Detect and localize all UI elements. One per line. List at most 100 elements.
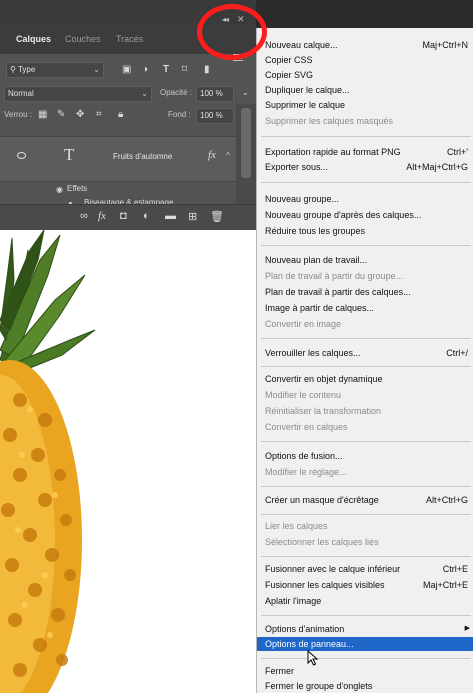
- visibility-eye-icon[interactable]: [17, 152, 26, 159]
- submenu-arrow-icon: ▶: [464, 625, 470, 632]
- chevron-down-icon: ⌄: [141, 89, 148, 98]
- menu-item-quick-export-png[interactable]: Exportation rapide au format PNG Ctrl+': [265, 145, 471, 159]
- menu-item-edit-contents[interactable]: Modifier le contenu: [265, 388, 471, 402]
- menu-separator: [261, 338, 471, 339]
- menu-item-export-as[interactable]: Exporter sous... Alt+Maj+Ctrl+G: [265, 160, 471, 174]
- add-style-fx-icon[interactable]: fx: [98, 210, 106, 222]
- new-group-folder-icon[interactable]: ▬: [165, 210, 176, 222]
- trash-icon[interactable]: 🗑︎: [210, 210, 224, 223]
- menu-item-close[interactable]: Fermer: [265, 664, 471, 678]
- menu-item-label: Modifier le contenu: [265, 390, 342, 400]
- layers-scrollbar[interactable]: [236, 104, 256, 204]
- fx-badge-icon[interactable]: fx: [208, 149, 216, 161]
- menu-item-edit-adjustment[interactable]: Modifier le réglage...: [265, 465, 471, 479]
- menu-item-convert-to-smart-object[interactable]: Convertir en objet dynamique: [265, 372, 471, 386]
- menu-item-label: Nouveau groupe...: [265, 194, 340, 204]
- add-mask-icon[interactable]: ◘: [120, 210, 127, 222]
- menu-separator: [261, 136, 471, 137]
- menu-item-delete-layer[interactable]: Supprimer le calque: [265, 98, 471, 112]
- menu-item-label: Dupliquer le calque...: [265, 85, 350, 95]
- menu-item-select-linked-layers[interactable]: Sélectionner les calques liés: [265, 535, 471, 549]
- menu-item-new-layer[interactable]: Nouveau calque... Maj+Ctrl+N: [265, 38, 471, 52]
- menu-item-label: Supprimer les calques masqués: [265, 116, 394, 126]
- effects-eye-icon[interactable]: ◉: [56, 185, 63, 194]
- menu-item-label: Fermer le groupe d'onglets: [265, 681, 373, 691]
- chevron-down-icon[interactable]: ⌄: [242, 85, 249, 101]
- menu-item-lock-layers[interactable]: Verrouiller les calques... Ctrl+/: [265, 346, 471, 360]
- adjustment-layer-icon[interactable]: ◐: [143, 210, 150, 222]
- filter-smart-object-icon[interactable]: ▮: [204, 62, 210, 78]
- menu-item-duplicate-layer[interactable]: Dupliquer le calque...: [265, 83, 471, 97]
- menu-item-shortcut: Alt+Maj+Ctrl+G: [406, 162, 468, 172]
- new-layer-icon[interactable]: ⊞: [188, 210, 197, 223]
- menu-item-label: Nouveau groupe d'après des calques...: [265, 210, 422, 220]
- filter-adjustment-icon[interactable]: ◑: [142, 62, 148, 78]
- menu-item-animation-options[interactable]: Options d'animation ▶: [265, 622, 471, 636]
- menu-item-collapse-all-groups[interactable]: Réduire tous les groupes: [265, 224, 471, 238]
- menu-item-label: Nouveau calque...: [265, 40, 338, 50]
- menu-separator: [261, 245, 471, 246]
- menu-item-label: Réduire tous les groupes: [265, 226, 366, 236]
- menu-item-close-tab-group[interactable]: Fermer le groupe d'onglets: [265, 679, 471, 693]
- menu-item-image-from-layers[interactable]: Image à partir de calques...: [265, 301, 471, 315]
- menu-item-merge-down[interactable]: Fusionner avec le calque inférieur Ctrl+E: [265, 562, 471, 576]
- lock-transparent-pixels-icon[interactable]: ▦: [38, 107, 47, 123]
- filter-kind-select[interactable]: ⚲ Type ⌄: [6, 62, 104, 78]
- lock-label: Verrou :: [4, 110, 33, 119]
- chevron-down-icon: ⌄: [93, 65, 100, 74]
- menu-item-label: Nouveau plan de travail...: [265, 255, 368, 265]
- menu-item-new-artboard[interactable]: Nouveau plan de travail...: [265, 253, 471, 267]
- filter-shape-icon[interactable]: ⌑: [182, 62, 187, 78]
- opacity-input[interactable]: 100 %: [196, 86, 234, 102]
- menu-item-label: Convertir en image: [265, 319, 342, 329]
- lock-position-icon[interactable]: ✥: [76, 107, 84, 123]
- layer-row[interactable]: T Fruits d'automne fx ^: [0, 136, 236, 182]
- menu-item-new-group-from-layers[interactable]: Nouveau groupe d'après des calques...: [265, 208, 471, 222]
- menu-item-copy-css[interactable]: Copier CSS: [265, 53, 471, 67]
- menu-item-merge-visible[interactable]: Fusionner les calques visibles Maj+Ctrl+E: [265, 578, 471, 592]
- tab-paths[interactable]: Tracés: [116, 34, 143, 44]
- menu-item-copy-svg[interactable]: Copier SVG: [265, 68, 471, 82]
- menu-item-artboard-from-group[interactable]: Plan de travail à partir du groupe...: [265, 269, 471, 283]
- menu-item-flatten-image[interactable]: Aplatir l'image: [265, 594, 471, 608]
- tab-channels[interactable]: Couches: [65, 34, 101, 44]
- pineapple-image: [0, 229, 96, 698]
- workspace-strip: [256, 0, 473, 28]
- filter-pixel-icon[interactable]: ▣: [122, 62, 131, 78]
- menu-item-label: Fusionner avec le calque inférieur: [265, 564, 401, 574]
- menu-item-label: Copier CSS: [265, 55, 313, 65]
- menu-separator: [261, 514, 471, 515]
- effects-label: Effets: [67, 184, 88, 193]
- filter-type-icon[interactable]: T: [163, 62, 169, 78]
- menu-item-convert-to-layers[interactable]: Convertir en calques: [265, 420, 471, 434]
- lock-image-pixels-icon[interactable]: ✎: [57, 107, 65, 123]
- menu-item-create-clipping-mask[interactable]: Créer un masque d'écrêtage Alt+Ctrl+G: [265, 493, 471, 507]
- menu-item-reset-transform[interactable]: Réinitialiser la transformation: [265, 404, 471, 418]
- menu-item-label: Lier les calques: [265, 521, 328, 531]
- menu-item-label: Copier SVG: [265, 70, 314, 80]
- menu-item-new-group[interactable]: Nouveau groupe...: [265, 192, 471, 206]
- menu-item-label: Image à partir de calques...: [265, 303, 375, 313]
- menu-item-delete-hidden-layers[interactable]: Supprimer les calques masqués: [265, 114, 471, 128]
- menu-item-panel-options[interactable]: Options de panneau...: [257, 637, 473, 651]
- link-layers-icon[interactable]: ∞: [80, 210, 88, 222]
- menu-separator: [261, 658, 471, 659]
- chevron-up-icon[interactable]: ^: [226, 151, 230, 160]
- menu-item-blending-options[interactable]: Options de fusion...: [265, 449, 471, 463]
- fill-value: 100 %: [200, 111, 223, 120]
- mouse-pointer-icon: [307, 650, 319, 666]
- layer-name[interactable]: Fruits d'automne: [113, 152, 172, 161]
- menu-item-artboard-from-layers[interactable]: Plan de travail à partir des calques...: [265, 285, 471, 299]
- fill-input[interactable]: 100 %: [196, 108, 234, 124]
- scrollbar-thumb[interactable]: [241, 108, 251, 178]
- menu-item-convert-to-image[interactable]: Convertir en image: [265, 317, 471, 331]
- menu-item-link-layers[interactable]: Lier les calques: [265, 519, 471, 533]
- blend-mode-select[interactable]: Normal ⌄: [4, 86, 152, 102]
- lock-artboard-icon[interactable]: ⌗: [96, 107, 102, 123]
- tab-layers[interactable]: Calques: [16, 34, 51, 44]
- document-canvas[interactable]: [0, 229, 256, 698]
- lock-all-icon[interactable]: 🔒︎: [118, 107, 123, 123]
- menu-item-label: Plan de travail à partir des calques...: [265, 287, 411, 297]
- layer-thumbnail: T: [64, 145, 75, 164]
- menu-item-label: Fermer: [265, 666, 294, 676]
